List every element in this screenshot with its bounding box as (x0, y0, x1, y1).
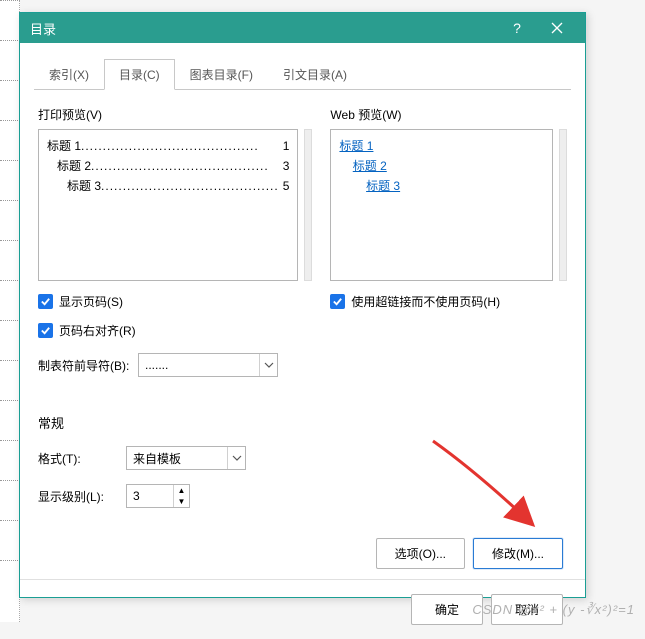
help-button[interactable]: ? (497, 13, 537, 43)
right-align-label: 页码右对齐(R) (59, 322, 136, 339)
web-line: 标题 2 (339, 156, 544, 176)
web-preview-scrollbar[interactable] (559, 129, 567, 281)
chevron-down-icon (227, 447, 245, 469)
tab-index[interactable]: 索引(X) (34, 59, 104, 90)
toc-line: 标题 3 ...................................… (47, 176, 289, 196)
format-combo[interactable]: 来自模板 (126, 446, 246, 470)
close-icon (551, 22, 563, 34)
levels-spinner[interactable]: 3 ▲▼ (126, 484, 190, 508)
checkbox-checked-icon (38, 323, 53, 338)
web-line: 标题 1 (339, 136, 544, 156)
tab-figures[interactable]: 图表目录(F) (175, 59, 268, 90)
web-preview-box: 标题 1 标题 2 标题 3 (330, 129, 553, 281)
levels-value: 3 (127, 489, 173, 503)
checkbox-checked-icon (38, 294, 53, 309)
leader-combo[interactable]: ....... (138, 353, 278, 377)
spinner-arrows-icon: ▲▼ (173, 485, 189, 507)
levels-label: 显示级别(L): (38, 488, 118, 505)
print-preview-box: 标题 1 ...................................… (38, 129, 298, 281)
tab-strip: 索引(X) 目录(C) 图表目录(F) 引文目录(A) (34, 59, 585, 90)
print-preview-scrollbar[interactable] (304, 129, 312, 281)
leader-value: ....... (139, 358, 259, 372)
format-value: 来自模板 (127, 450, 227, 467)
general-heading: 常规 (38, 413, 585, 432)
toc-line: 标题 2 ...................................… (47, 156, 289, 176)
web-preview-label: Web 预览(W) (330, 106, 567, 123)
ruler-ticks (0, 0, 20, 622)
leader-label: 制表符前导符(B): (38, 357, 130, 374)
format-label: 格式(T): (38, 450, 118, 467)
hyperlink-label: 使用超链接而不使用页码(H) (351, 293, 500, 310)
options-button[interactable]: 选项(O)... (376, 538, 465, 569)
toc-line: 标题 1 ...................................… (47, 136, 289, 156)
checkbox-checked-icon (330, 294, 345, 309)
show-page-check[interactable]: 显示页码(S) (38, 293, 312, 310)
web-line: 标题 3 (339, 176, 544, 196)
modify-button[interactable]: 修改(M)... (473, 538, 563, 569)
titlebar: 目录 ? (20, 13, 585, 43)
dialog-title: 目录 (30, 19, 497, 38)
web-preview-column: Web 预览(W) 标题 1 标题 2 标题 3 使用超链接而不使用页码(H) (330, 104, 567, 377)
close-button[interactable] (537, 13, 577, 43)
toc-dialog: 目录 ? 索引(X) 目录(C) 图表目录(F) 引文目录(A) 打印预览(V)… (19, 12, 586, 598)
watermark: CSDN @x² + (y -∛x²)²=1 (472, 602, 635, 618)
tab-citations[interactable]: 引文目录(A) (268, 59, 362, 90)
print-preview-column: 打印预览(V) 标题 1 ...........................… (38, 104, 312, 377)
show-page-label: 显示页码(S) (59, 293, 123, 310)
chevron-down-icon (259, 354, 277, 376)
tab-toc[interactable]: 目录(C) (104, 59, 175, 90)
print-preview-label: 打印预览(V) (38, 106, 312, 123)
hyperlink-check[interactable]: 使用超链接而不使用页码(H) (330, 293, 567, 310)
right-align-check[interactable]: 页码右对齐(R) (38, 322, 312, 339)
